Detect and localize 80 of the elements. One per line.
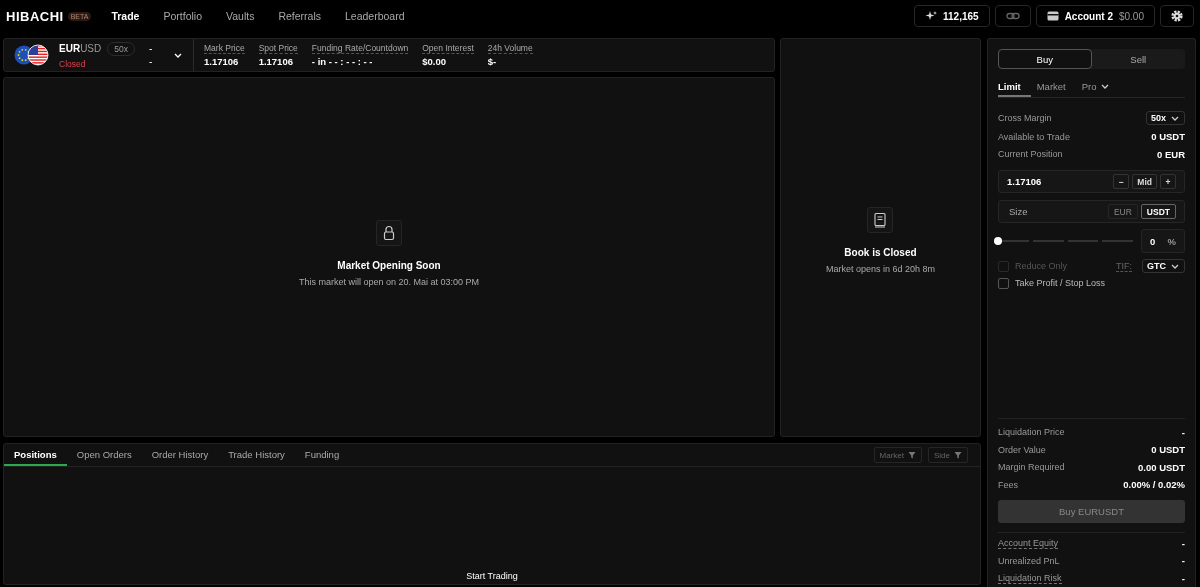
tab[interactable]: Order History bbox=[141, 444, 219, 466]
points-button[interactable]: 112,165 bbox=[914, 5, 990, 27]
stat-value: - in - - : - - : - - bbox=[311, 56, 374, 67]
field-label: Liquidation Risk bbox=[998, 572, 1062, 584]
empty-message: Market opens in 6d 20h 8m bbox=[825, 264, 936, 274]
stat-value: 1.17106 bbox=[204, 56, 240, 67]
price-step-button[interactable]: − bbox=[1113, 174, 1130, 189]
empty-title: Start Trading bbox=[466, 571, 518, 583]
field-value: - bbox=[1181, 537, 1185, 549]
settings-button[interactable] bbox=[1160, 5, 1194, 27]
settings-icon bbox=[1171, 10, 1183, 22]
stat-label: Open Interest bbox=[422, 43, 474, 54]
field-value: 0.00 USDT bbox=[1138, 461, 1185, 473]
nav-link[interactable]: Referrals bbox=[278, 10, 321, 22]
field-label: TIF: bbox=[1116, 260, 1132, 272]
bid-value: - bbox=[149, 43, 154, 54]
filter-icon bbox=[908, 451, 916, 459]
field-value: - bbox=[1181, 426, 1185, 438]
empty-title: Book is Closed bbox=[844, 247, 917, 258]
stat-value: $- bbox=[487, 56, 498, 67]
empty-title: Market Opening Soon bbox=[337, 259, 441, 271]
filter-icon bbox=[954, 451, 962, 459]
price-step-button[interactable]: Mid bbox=[1132, 174, 1157, 189]
order-type-tab[interactable]: Market bbox=[1036, 77, 1076, 97]
side-tab[interactable]: Buy bbox=[998, 49, 1092, 69]
tab[interactable]: Trade History bbox=[218, 444, 295, 466]
field-label: Margin Required bbox=[998, 462, 1065, 473]
stat-label: Mark Price bbox=[204, 43, 245, 54]
book-icon bbox=[873, 212, 888, 228]
wallet-icon bbox=[1046, 11, 1059, 21]
field-value: 0 USDT bbox=[1151, 444, 1185, 456]
nav-link[interactable]: Portfolio bbox=[163, 10, 202, 22]
field-label: Available to Trade bbox=[998, 131, 1070, 142]
ask-value: - bbox=[149, 56, 154, 67]
tab[interactable]: Open Orders bbox=[66, 444, 142, 466]
tif-dropdown[interactable]: GTC bbox=[1142, 259, 1185, 273]
stat-value: $0.00 bbox=[422, 56, 448, 67]
price-field[interactable]: 1.17106 − Mid + bbox=[998, 170, 1185, 193]
checkbox-label: Reduce Only bbox=[1015, 261, 1068, 271]
market-status: Closed bbox=[59, 58, 87, 69]
field-label: Account Equity bbox=[998, 537, 1059, 549]
stat-label: 24h Volume bbox=[487, 43, 533, 54]
field-value: - bbox=[1181, 572, 1185, 584]
market-pair: EURUSD bbox=[59, 43, 102, 54]
account-button[interactable]: Account 2 $0.00 bbox=[1035, 5, 1155, 27]
tab[interactable]: Positions bbox=[4, 444, 67, 466]
field-value: - bbox=[1181, 555, 1185, 567]
checkbox[interactable] bbox=[998, 277, 1009, 289]
stat-value: 1.17106 bbox=[258, 56, 294, 67]
field-label: Current Position bbox=[998, 149, 1063, 160]
side-tab[interactable]: Sell bbox=[1091, 49, 1185, 69]
field-label: Liquidation Price bbox=[998, 427, 1065, 438]
nav-link[interactable]: Trade bbox=[111, 10, 140, 22]
size-field[interactable]: Size EUR USDT bbox=[998, 200, 1185, 223]
field-value: 0 USDT bbox=[1151, 131, 1185, 143]
order-type-tab[interactable]: Pro bbox=[1081, 77, 1120, 97]
lock-icon bbox=[382, 224, 396, 241]
percent-field[interactable]: 0 % bbox=[1141, 229, 1185, 253]
flag-icon bbox=[14, 44, 49, 66]
stat-label: Spot Price bbox=[258, 43, 298, 54]
stat-label: Funding Rate/Countdown bbox=[311, 43, 409, 54]
field-value: 0 EUR bbox=[1157, 148, 1185, 160]
tab[interactable]: Funding bbox=[294, 444, 350, 466]
link-button[interactable] bbox=[994, 5, 1031, 27]
link-icon bbox=[1005, 10, 1020, 22]
unit-toggle[interactable]: USDT bbox=[1140, 204, 1176, 219]
field-label: Cross Margin bbox=[998, 113, 1052, 123]
logo: HIBACHI bbox=[6, 8, 64, 24]
field-label: Fees bbox=[998, 479, 1018, 490]
field-label: Order Value bbox=[998, 444, 1046, 455]
field-value: 0.00% / 0.02% bbox=[1123, 479, 1185, 491]
leverage-dropdown[interactable]: 50x bbox=[1145, 111, 1185, 125]
price-step-button[interactable]: + bbox=[1160, 174, 1176, 189]
nav-link[interactable]: Leaderboard bbox=[345, 10, 405, 22]
empty-message: This market will open on 20. Mai at 03:00 PM bbox=[298, 276, 480, 287]
unit-toggle[interactable]: EUR bbox=[1107, 204, 1138, 219]
nav-link[interactable]: Vaults bbox=[226, 10, 255, 22]
field-label: Unrealized PnL bbox=[998, 555, 1060, 566]
checkbox-label: Take Profit / Stop Loss bbox=[1015, 278, 1106, 288]
order-type-tab[interactable]: Limit bbox=[998, 77, 1031, 97]
